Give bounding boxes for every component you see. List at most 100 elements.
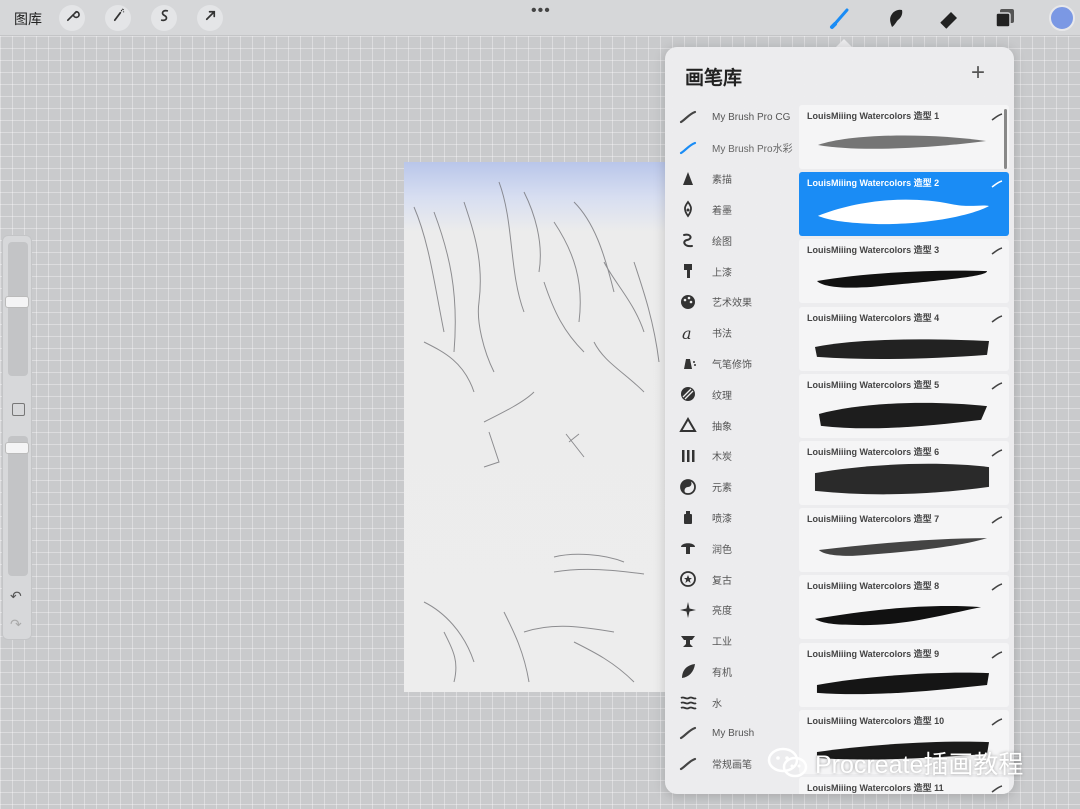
brush-card[interactable]: LouisMiiing Watercolors 造型 7 (799, 508, 1009, 573)
layers-button[interactable] (993, 6, 1017, 30)
opacity-thumb[interactable] (5, 442, 29, 454)
brush-set-label: 喷漆 (712, 513, 732, 525)
opacity-slider[interactable] (8, 436, 28, 576)
brush-stroke-preview (813, 661, 991, 701)
ink-pen-icon (679, 200, 697, 218)
brush-set-label: 艺术效果 (712, 298, 752, 310)
brush-size-thumb[interactable] (5, 296, 29, 308)
brush-name: LouisMiiing Watercolors 造型 10 (807, 715, 945, 726)
brush-type-icon (991, 511, 1003, 524)
brush-stroke-preview (813, 257, 991, 297)
brush-set-item[interactable]: 复古 (665, 564, 799, 594)
undo-button[interactable]: ↶ (10, 588, 22, 605)
brush-name: LouisMiiing Watercolors 造型 5 (807, 379, 940, 390)
brush-tool-button[interactable] (829, 6, 853, 30)
transform-button[interactable] (197, 5, 223, 31)
brush-set-item[interactable]: 木炭 (665, 441, 799, 471)
brush-set-item[interactable]: 润色 (665, 533, 799, 563)
brush-set-item[interactable]: 气笔修饰 (665, 348, 799, 378)
modify-button[interactable] (12, 403, 25, 416)
brush-card[interactable]: LouisMiiing Watercolors 造型 5 (799, 373, 1009, 438)
brush-type-icon (991, 578, 1003, 592)
brush-set-item[interactable]: 艺术效果 (665, 287, 799, 317)
brush-set-item[interactable]: My Brush Pro CG (665, 102, 799, 132)
brush-type-icon (991, 108, 1003, 121)
brush-set-item[interactable]: 有机 (665, 656, 799, 686)
panel-title: 画笔库 (685, 68, 743, 89)
watermark: Procreate插画教程 (767, 745, 1023, 781)
wrench-icon (65, 8, 80, 28)
redo-button[interactable]: ↷ (10, 616, 22, 633)
brush-set-label: 书法 (712, 329, 732, 341)
brush-set-item[interactable]: 纹理 (665, 379, 799, 409)
brush-set-item[interactable]: 绘图 (665, 225, 799, 255)
brush-set-item[interactable]: 抽象 (665, 410, 799, 440)
brush-set-item[interactable]: 工业 (665, 626, 799, 656)
brush-set-item[interactable]: My Brush (665, 718, 799, 748)
wechat-icon (767, 747, 808, 778)
brush-size-slider[interactable] (8, 242, 28, 376)
top-toolbar: 图库 ••• (0, 0, 1080, 36)
brush-set-item[interactable]: 亮度 (665, 595, 799, 625)
brush-card[interactable]: LouisMiiing Watercolors 造型 9 (799, 642, 1009, 707)
canvas-artwork[interactable] (404, 162, 666, 692)
sketch-lines (413, 181, 660, 683)
add-brush-set-button[interactable]: + (971, 59, 985, 87)
brush-set-label: 素描 (712, 175, 732, 187)
brush-card[interactable]: LouisMiiing Watercolors 造型 2 (799, 172, 1009, 237)
brush-stroke-preview (813, 392, 991, 432)
brush-card[interactable]: LouisMiiing Watercolors 造型 8 (799, 575, 1009, 640)
brush-stroke-preview (813, 593, 991, 633)
brushes-scrollbar[interactable] (1004, 109, 1007, 169)
brush-set-item[interactable]: My Brush Pro水彩 (665, 133, 799, 163)
watermark-text: Procreate插画教程 (815, 751, 1024, 779)
brush-set-item[interactable]: 上漆 (665, 256, 799, 286)
brush-card[interactable]: LouisMiiing Watercolors 造型 3 (799, 239, 1009, 304)
paint-brush-icon (679, 262, 697, 280)
brush-type-icon (991, 646, 1003, 659)
brush-library-panel: 画笔库 + My Brush Pro CG My Brush Pro水彩素描着墨绘… (665, 47, 1014, 794)
brush-set-item[interactable]: 着墨 (665, 194, 799, 224)
brush-name: LouisMiiing Watercolors 造型 8 (807, 581, 940, 592)
airbrush-icon (679, 354, 697, 372)
brush-name: LouisMiiing Watercolors 造型 1 (807, 111, 940, 121)
brush-set-item[interactable]: 素描 (665, 164, 799, 194)
triangle-icon (679, 416, 697, 434)
svg-text:a: a (682, 324, 692, 342)
spray-can-icon (679, 508, 697, 526)
brush-type-icon (991, 377, 1003, 390)
brush-card[interactable]: LouisMiiing Watercolors 造型 4 (799, 306, 1009, 371)
eraser-icon (938, 12, 962, 34)
brush-name: LouisMiiing Watercolors 造型 7 (807, 514, 940, 525)
brush-type-icon (991, 444, 1003, 457)
more-dots[interactable]: ••• (531, 2, 551, 20)
brush-set-item[interactable]: 元素 (665, 472, 799, 502)
brush-stroke-preview (813, 123, 991, 163)
eraser-tool-button[interactable] (938, 6, 962, 30)
brush-stroke-preview (813, 325, 991, 365)
brush-stroke-icon (679, 724, 697, 742)
brush-set-item[interactable]: 水 (665, 687, 799, 717)
transform-arrow-icon (203, 8, 218, 28)
star-badge-icon (679, 570, 697, 588)
texture-icon (679, 385, 697, 403)
brush-name: LouisMiiing Watercolors 造型 3 (807, 245, 940, 256)
color-picker-button[interactable] (1049, 5, 1075, 31)
brush-set-label: 上漆 (712, 267, 732, 279)
brush-set-item[interactable]: 喷漆 (665, 502, 799, 532)
brush-card[interactable]: LouisMiiing Watercolors 造型 6 (799, 441, 1009, 505)
selection-button[interactable] (151, 5, 177, 31)
brush-set-item[interactable]: a 书法 (665, 318, 799, 348)
actions-button[interactable] (59, 5, 85, 31)
brush-set-label: 绘图 (712, 236, 732, 248)
left-sidebar: ↶ ↷ (2, 235, 32, 640)
brush-stroke-icon (679, 755, 697, 773)
squiggle-icon (679, 231, 697, 249)
brush-set-label: My Brush (712, 727, 755, 739)
gallery-button[interactable]: 图库 (14, 9, 42, 29)
brush-card[interactable]: LouisMiiing Watercolors 造型 1 (799, 105, 1009, 169)
adjustments-button[interactable] (105, 5, 131, 31)
smudge-tool-button[interactable] (884, 6, 908, 30)
brush-set-label: 亮度 (712, 606, 732, 618)
waves-icon (679, 693, 697, 711)
